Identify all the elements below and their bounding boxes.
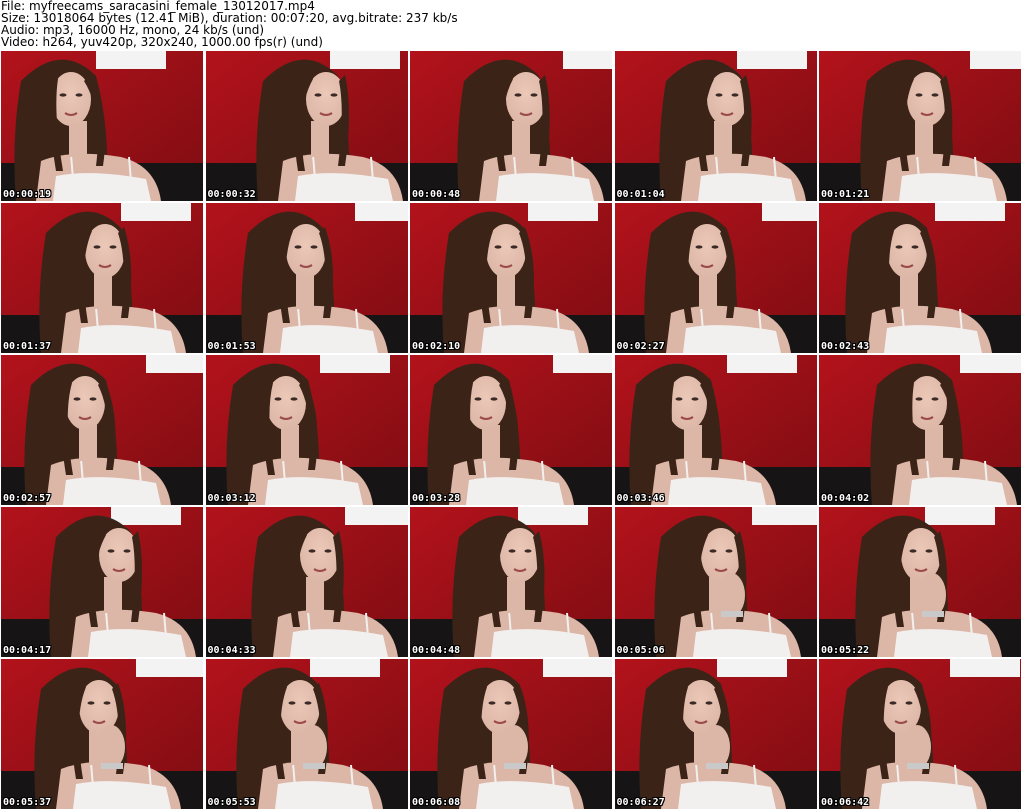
timestamp-label: 00:03:12 bbox=[207, 493, 256, 504]
timestamp-label: 00:01:21 bbox=[821, 189, 870, 200]
thumbnail-frame-image bbox=[205, 203, 408, 353]
thumbnail-frame-image bbox=[614, 51, 817, 201]
video-thumbnail[interactable]: 00:04:02 bbox=[819, 355, 1021, 505]
video-thumbnail[interactable]: 00:00:48 bbox=[410, 51, 612, 201]
video-thumbnail[interactable]: 00:02:27 bbox=[614, 203, 817, 353]
thumbnail-frame-image bbox=[410, 659, 612, 809]
thumbnail-frame-image bbox=[819, 51, 1021, 201]
video-thumbnail[interactable]: 00:00:32 bbox=[205, 51, 408, 201]
timestamp-label: 00:03:46 bbox=[616, 493, 665, 504]
video-thumbnail[interactable]: 00:06:08 bbox=[410, 659, 612, 809]
thumbnail-frame-image bbox=[1, 659, 203, 809]
timestamp-label: 00:05:53 bbox=[207, 797, 256, 808]
timestamp-label: 00:06:08 bbox=[412, 797, 461, 808]
timestamp-label: 00:00:48 bbox=[412, 189, 461, 200]
thumbnail-frame-image bbox=[410, 203, 612, 353]
video-thumbnail[interactable]: 00:01:04 bbox=[614, 51, 817, 201]
video-thumbnail[interactable]: 00:04:33 bbox=[205, 507, 408, 657]
video-thumbnail[interactable]: 00:04:48 bbox=[410, 507, 612, 657]
timestamp-label: 00:05:22 bbox=[821, 645, 870, 656]
thumbnail-frame-image bbox=[410, 355, 612, 505]
video-thumbnail[interactable]: 00:05:06 bbox=[614, 507, 817, 657]
video-thumbnail[interactable]: 00:02:57 bbox=[1, 355, 203, 505]
timestamp-label: 00:04:17 bbox=[3, 645, 52, 656]
video-thumbnail[interactable]: 00:03:46 bbox=[614, 355, 817, 505]
timestamp-label: 00:01:04 bbox=[616, 189, 665, 200]
thumbnail-frame-image bbox=[205, 659, 408, 809]
thumbnail-frame-image bbox=[1, 51, 203, 201]
thumbnail-frame-image bbox=[205, 51, 408, 201]
thumbnail-frame-image bbox=[410, 51, 612, 201]
timestamp-label: 00:03:28 bbox=[412, 493, 461, 504]
video-thumbnail[interactable]: 00:03:12 bbox=[205, 355, 408, 505]
thumbnail-grid: 00:00:19 00:00:32 00:00:48 00:01:04 00:0… bbox=[1, 51, 1021, 809]
thumbnail-frame-image bbox=[205, 507, 408, 657]
timestamp-label: 00:02:57 bbox=[3, 493, 52, 504]
timestamp-label: 00:04:48 bbox=[412, 645, 461, 656]
thumbnail-frame-image bbox=[1, 507, 203, 657]
timestamp-label: 00:05:37 bbox=[3, 797, 52, 808]
video-thumbnail[interactable]: 00:01:53 bbox=[205, 203, 408, 353]
thumbnail-frame-image bbox=[205, 355, 408, 505]
video-thumbnail[interactable]: 00:05:37 bbox=[1, 659, 203, 809]
thumbnail-frame-image bbox=[819, 203, 1021, 353]
timestamp-label: 00:06:42 bbox=[821, 797, 870, 808]
video-thumbnail[interactable]: 00:03:28 bbox=[410, 355, 612, 505]
thumbnail-frame-image bbox=[819, 507, 1021, 657]
timestamp-label: 00:04:02 bbox=[821, 493, 870, 504]
video-info-line: Video: h264, yuv420p, 320x240, 1000.00 f… bbox=[1, 35, 323, 49]
video-thumbnail[interactable]: 00:05:53 bbox=[205, 659, 408, 809]
timestamp-label: 00:00:19 bbox=[3, 189, 52, 200]
video-thumbnail[interactable]: 00:05:22 bbox=[819, 507, 1021, 657]
video-thumbnail[interactable]: 00:01:37 bbox=[1, 203, 203, 353]
timestamp-label: 00:01:37 bbox=[3, 341, 52, 352]
thumbnail-frame-image bbox=[614, 507, 817, 657]
thumbnail-frame-image bbox=[819, 355, 1021, 505]
thumbnail-frame-image bbox=[614, 659, 817, 809]
timestamp-label: 00:05:06 bbox=[616, 645, 665, 656]
thumbnail-frame-image bbox=[614, 355, 817, 505]
timestamp-label: 00:01:53 bbox=[207, 341, 256, 352]
video-thumbnail[interactable]: 00:06:42 bbox=[819, 659, 1021, 809]
video-thumbnail[interactable]: 00:02:43 bbox=[819, 203, 1021, 353]
thumbnail-frame-image bbox=[614, 203, 817, 353]
timestamp-label: 00:02:27 bbox=[616, 341, 665, 352]
file-info-header: File: myfreecams_saracasini_female_13012… bbox=[1, 0, 1021, 48]
video-thumbnail[interactable]: 00:04:17 bbox=[1, 507, 203, 657]
video-thumbnail[interactable]: 00:02:10 bbox=[410, 203, 612, 353]
video-thumbnail[interactable]: 00:06:27 bbox=[614, 659, 817, 809]
thumbnail-frame-image bbox=[410, 507, 612, 657]
timestamp-label: 00:04:33 bbox=[207, 645, 256, 656]
timestamp-label: 00:00:32 bbox=[207, 189, 256, 200]
video-thumbnail[interactable]: 00:00:19 bbox=[1, 51, 203, 201]
timestamp-label: 00:02:43 bbox=[821, 341, 870, 352]
video-thumbnail[interactable]: 00:01:21 bbox=[819, 51, 1021, 201]
timestamp-label: 00:02:10 bbox=[412, 341, 461, 352]
thumbnail-frame-image bbox=[819, 659, 1021, 809]
timestamp-label: 00:06:27 bbox=[616, 797, 665, 808]
thumbnail-frame-image bbox=[1, 203, 203, 353]
thumbnail-frame-image bbox=[1, 355, 203, 505]
